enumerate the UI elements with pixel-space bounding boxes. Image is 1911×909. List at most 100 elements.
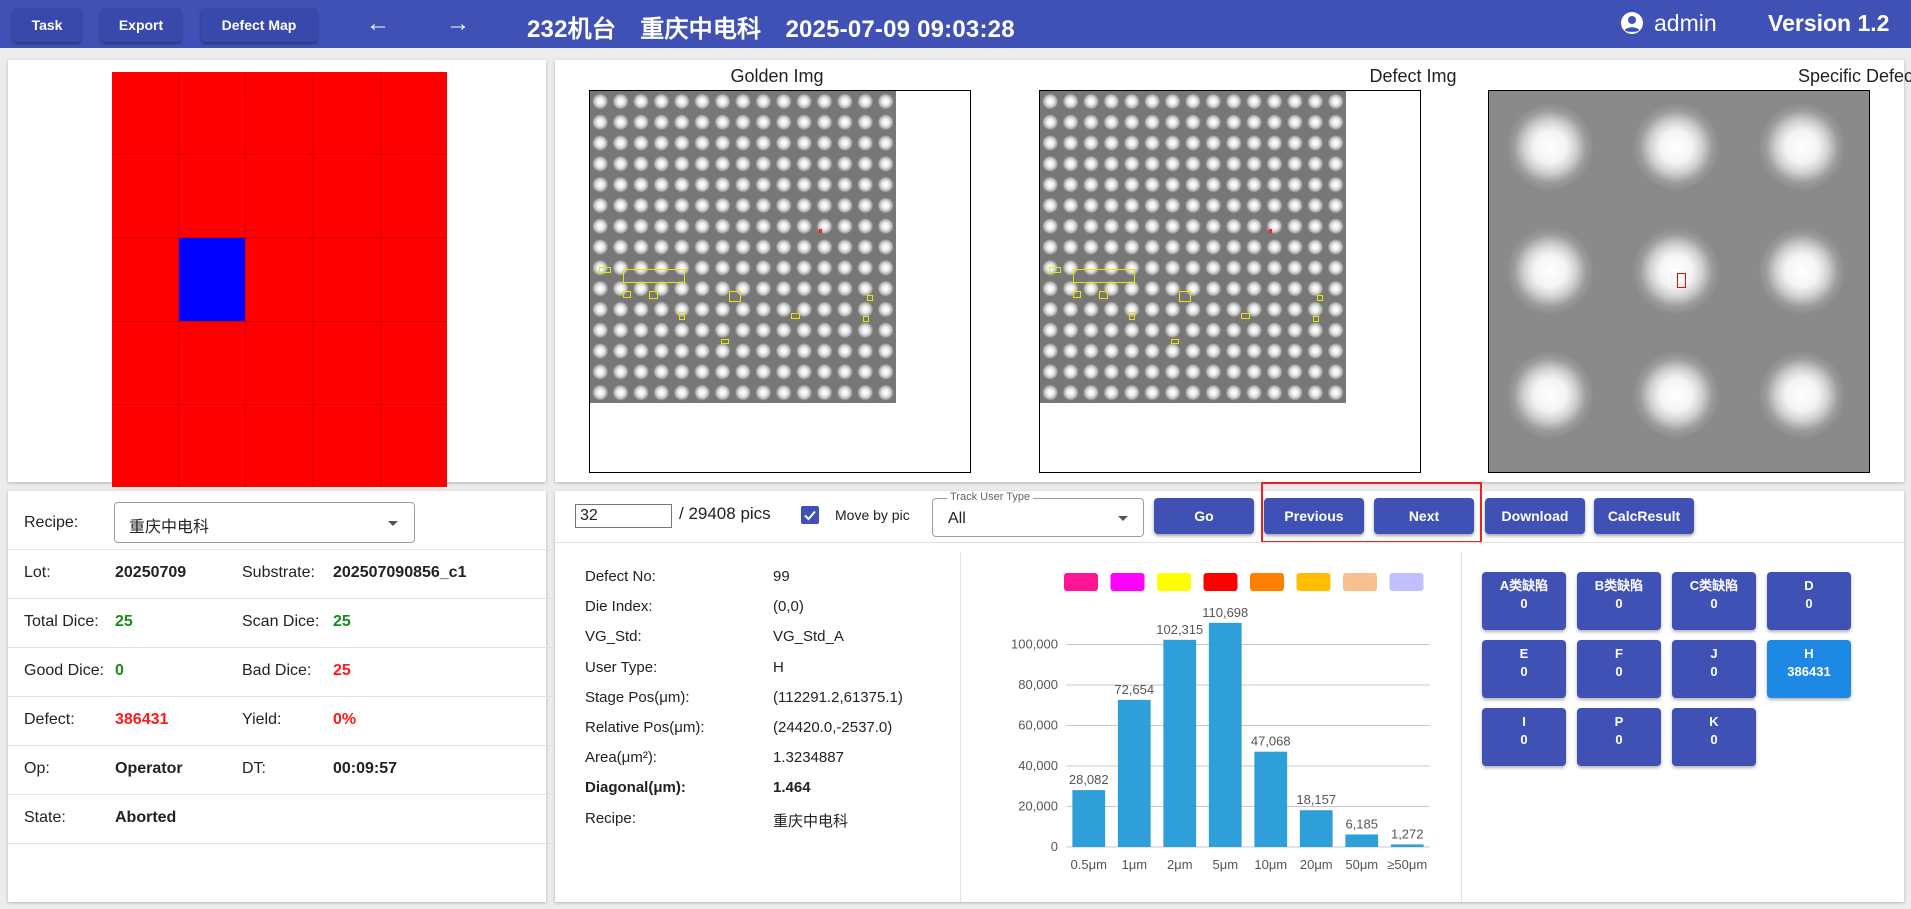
legend-swatch [1203,573,1238,591]
category-button[interactable]: F0 [1577,640,1661,698]
defect-marker [1073,269,1135,283]
scan-dice-value: 25 [333,613,351,630]
category-button[interactable]: K0 [1672,708,1756,766]
lot-value: 20250709 [115,564,187,581]
detail-label: Relative Pos(μm): [585,719,705,736]
die-cell[interactable] [313,321,380,404]
info-panel: Recipe: 重庆中电科 Lot: 20250709 Substrate: 2… [8,491,554,902]
category-button[interactable]: J0 [1672,640,1756,698]
detail-label: Diagonal(μm): [585,779,686,797]
die-cell[interactable] [246,404,313,487]
bar-value-label: 72,654 [1114,682,1154,697]
category-name: C类缺陷 [1689,578,1739,593]
pic-index-input[interactable] [575,504,672,528]
download-button[interactable]: Download [1485,498,1585,534]
bar-value-label: 1,272 [1391,826,1424,841]
category-button[interactable]: H 386431 [1767,640,1851,698]
die-cell[interactable] [380,404,447,487]
die-cell[interactable] [246,72,313,155]
detail-label: Recipe: [585,809,636,827]
die-cell[interactable] [179,404,246,487]
divider [8,745,554,746]
category-button[interactable]: C类缺陷 0 [1672,572,1756,630]
move-by-pic-checkbox[interactable] [801,506,819,524]
defect-img-title: Defect Img [1369,66,1457,86]
category-name: H [1804,646,1814,661]
category-button[interactable]: P0 [1577,708,1661,766]
golden-bump-grid [590,91,896,403]
defect-map-button[interactable]: Defect Map [201,8,317,42]
defect-marker [679,312,685,320]
task-button[interactable]: Task [13,8,81,42]
golden-img-title: Golden Img [730,66,824,86]
x-tick-label: ≥50μm [1387,857,1427,872]
bar [1208,622,1242,847]
export-button[interactable]: Export [101,8,181,42]
die-cell[interactable] [380,72,447,155]
category-name: E [1519,646,1529,661]
move-by-pic-label: Move by pic [835,507,910,523]
die-cell[interactable] [380,321,447,404]
die-cell[interactable] [112,155,179,238]
die-cell[interactable] [313,72,380,155]
lot-label: Lot: [24,564,51,581]
go-button[interactable]: Go [1154,498,1254,534]
die-cell[interactable] [179,155,246,238]
next-button[interactable]: Next [1374,498,1474,534]
die-cell[interactable] [313,404,380,487]
category-button[interactable]: I0 [1482,708,1566,766]
track-user-type-select[interactable]: Track User Type All [932,491,1144,537]
defect-marker [1313,316,1319,322]
die-cell[interactable] [112,238,179,321]
die-cell[interactable] [380,155,447,238]
defect-marker [623,269,685,283]
die-cell[interactable] [380,238,447,321]
page-title: 232机台 重庆中电科 2025-07-09 09:03:28 [527,16,1015,43]
bad-dice-value: 25 [333,662,351,679]
die-cell[interactable] [313,238,380,321]
x-tick-label: 2μm [1167,857,1193,872]
calc-result-button[interactable]: CalcResult [1594,498,1694,534]
die-cell[interactable] [112,72,179,155]
previous-button[interactable]: Previous [1264,498,1364,534]
category-count: 0 [1710,732,1718,747]
recipe-select[interactable]: 重庆中电科 [114,502,415,543]
user-menu[interactable]: admin [1620,10,1717,41]
die-cell[interactable] [246,238,313,321]
back-arrow-icon[interactable]: ← [366,10,390,38]
good-dice-label: Good Dice: [24,662,105,679]
die-cell[interactable] [179,321,246,404]
defect-image[interactable] [1039,90,1421,473]
die-cell-selected[interactable] [179,238,246,321]
detail-label: User Type: [585,658,658,676]
category-button[interactable]: E0 [1482,640,1566,698]
die-cell[interactable] [246,321,313,404]
track-user-type-value: All [948,510,966,527]
specific-defect-image[interactable] [1488,90,1870,473]
die-cell[interactable] [112,404,179,487]
category-button[interactable]: D0 [1767,572,1851,630]
state-value: Aborted [115,809,177,826]
category-name: J [1710,646,1718,661]
divider [8,647,554,648]
detail-value: 重庆中电科 [773,812,849,830]
defect-marker [1179,291,1191,302]
die-cell[interactable] [112,321,179,404]
y-tick-label: 20,000 [1018,799,1058,814]
bar [1254,751,1288,847]
die-cell[interactable] [179,72,246,155]
golden-image[interactable] [589,90,971,473]
detail-value: VG_Std_A [773,628,844,646]
category-button[interactable]: B类缺陷 0 [1577,572,1661,630]
detail-value: 1.3234887 [773,749,844,767]
forward-arrow-icon[interactable]: → [446,10,470,38]
y-tick-label: 40,000 [1018,758,1058,773]
substrate-value: 202507090856_c1 [333,564,467,581]
category-button[interactable]: A类缺陷 0 [1482,572,1566,630]
die-cell[interactable] [313,155,380,238]
bar-value-label: 102,315 [1156,622,1203,637]
die-cell[interactable] [246,155,313,238]
detail-label: VG_Std: [585,628,642,646]
category-count: 0 [1710,664,1718,679]
pic-total-label: / 29408 pics [679,504,771,523]
